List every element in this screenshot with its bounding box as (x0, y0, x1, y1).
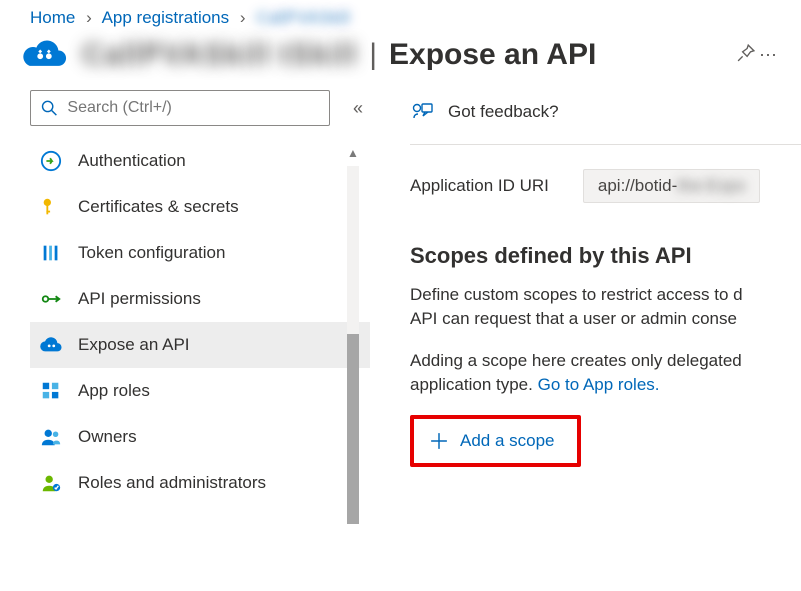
breadcrumb: Home › App registrations › CallPVASkill (0, 0, 801, 32)
app-id-uri-label: Application ID URI (410, 176, 549, 196)
nav-item-label: App roles (78, 381, 150, 401)
page-title: CallPVASkill tSkill | Expose an API (82, 38, 727, 72)
scroll-thumb[interactable] (347, 334, 359, 524)
sidebar-scrollbar[interactable]: ▲ (344, 144, 362, 504)
nav-item-label: Owners (78, 427, 137, 447)
add-scope-label: Add a scope (460, 431, 555, 451)
plus-icon (430, 432, 448, 450)
title-divider: | (369, 38, 377, 72)
scopes-description-2: Adding a scope here creates only delegat… (410, 349, 801, 397)
page-subtitle: Expose an API (389, 38, 596, 72)
nav-item-label: Certificates & secrets (78, 197, 239, 217)
nav-item-expose-api[interactable]: Expose an API (30, 322, 370, 368)
app-id-uri-blurred: the-Expo (677, 176, 745, 195)
nav-item-label: API permissions (78, 289, 201, 309)
search-input[interactable] (65, 98, 319, 118)
nav-item-authentication[interactable]: Authentication (30, 138, 370, 184)
roles-admin-icon (40, 472, 62, 494)
scopes-heading: Scopes defined by this API (410, 243, 801, 269)
cloud-app-icon (22, 39, 68, 71)
breadcrumb-separator: › (234, 8, 252, 27)
feedback-icon (410, 101, 434, 123)
nav-item-api-permissions[interactable]: API permissions (30, 276, 370, 322)
app-id-uri-value[interactable]: api://botid-the-Expo (583, 169, 760, 203)
divider (410, 144, 801, 145)
nav-item-certificates[interactable]: Certificates & secrets (30, 184, 370, 230)
scopes-description-1: Define custom scopes to restrict access … (410, 283, 801, 331)
nav-list: Authentication Certificates & secrets To… (30, 138, 370, 506)
tutorial-highlight: Add a scope (410, 415, 581, 467)
go-to-app-roles-link[interactable]: Go to App roles. (538, 375, 660, 394)
app-id-uri-row: Application ID URI api://botid-the-Expo (410, 169, 801, 203)
feedback-label: Got feedback? (448, 102, 559, 122)
api-perm-icon (40, 288, 62, 310)
sidebar: « Authentication Certificates & secrets … (0, 90, 370, 570)
breadcrumb-current[interactable]: CallPVASkill (256, 8, 349, 27)
breadcrumb-home[interactable]: Home (30, 8, 75, 27)
nav-item-roles-admins[interactable]: Roles and administrators (30, 460, 370, 506)
nav-item-label: Roles and administrators (78, 473, 266, 493)
search-icon (41, 99, 57, 117)
nav-item-token-config[interactable]: Token configuration (30, 230, 370, 276)
nav-item-owners[interactable]: Owners (30, 414, 370, 460)
expose-api-icon (40, 334, 62, 356)
more-icon[interactable]: ⋯ (749, 41, 771, 70)
breadcrumb-separator: › (80, 8, 98, 27)
nav-item-label: Token configuration (78, 243, 225, 263)
app-id-uri-prefix: api://botid- (598, 176, 677, 195)
nav-item-label: Expose an API (78, 335, 190, 355)
auth-icon (40, 150, 62, 172)
add-scope-button[interactable]: Add a scope (416, 421, 575, 461)
scroll-arrow-up-icon[interactable]: ▲ (344, 144, 362, 162)
page-header: CallPVASkill tSkill | Expose an API ⋯ (0, 32, 801, 90)
feedback-link[interactable]: Got feedback? (410, 94, 801, 130)
token-icon (40, 242, 62, 264)
key-icon (40, 196, 62, 218)
search-box[interactable] (30, 90, 330, 126)
nav-item-label: Authentication (78, 151, 186, 171)
app-name: CallPVASkill tSkill (82, 38, 357, 72)
owners-icon (40, 426, 62, 448)
app-roles-icon (40, 380, 62, 402)
pin-icon[interactable] (727, 40, 749, 71)
nav-item-app-roles[interactable]: App roles (30, 368, 370, 414)
collapse-chevron-icon[interactable]: « (346, 98, 370, 119)
main-content: Got feedback? Application ID URI api://b… (370, 90, 801, 570)
breadcrumb-app-registrations[interactable]: App registrations (102, 8, 230, 27)
